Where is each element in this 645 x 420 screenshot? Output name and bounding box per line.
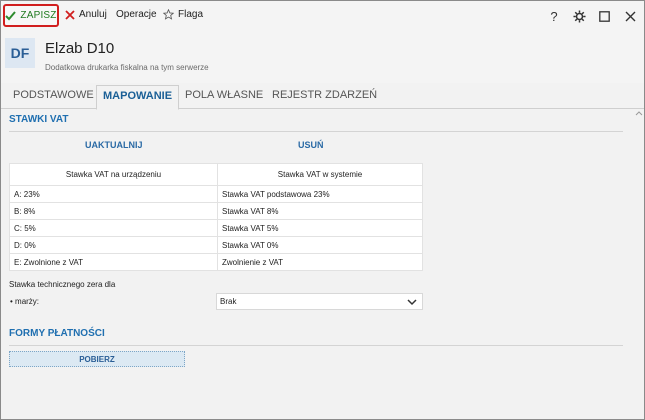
margin-rate-select[interactable]: Brak xyxy=(216,293,423,310)
payments-section-divider xyxy=(9,345,623,346)
close-window-icon[interactable] xyxy=(623,9,637,23)
column-header-device-rate: Stawka VAT na urządzeniu xyxy=(9,163,218,186)
payments-section-title: FORMY PŁATNOŚCI xyxy=(9,328,105,339)
fetch-button[interactable]: POBIERZ xyxy=(9,351,185,367)
star-icon xyxy=(163,9,174,20)
operations-menu[interactable]: Operacje xyxy=(116,9,157,20)
column-header-system-rate: Stawka VAT w systemie xyxy=(217,163,423,186)
device-rate-cell: A: 23% xyxy=(9,185,218,203)
cancel-label: Anuluj xyxy=(79,9,107,20)
system-rate-cell[interactable]: Zwolnienie z VAT xyxy=(217,253,423,271)
device-rate-cell: E: Zwolnione z VAT xyxy=(9,253,218,271)
tab-rejestr-zdarzen[interactable]: REJESTR ZDARZEŃ xyxy=(272,89,377,101)
page-subtitle: Dodatkowa drukarka fiskalna na tym serwe… xyxy=(45,63,209,72)
system-rate-cell[interactable]: Stawka VAT 5% xyxy=(217,219,423,237)
update-button[interactable]: UAKTUALNIJ xyxy=(85,140,143,150)
flag-label: Flaga xyxy=(178,9,204,20)
close-icon xyxy=(65,9,75,20)
maximize-icon[interactable] xyxy=(597,9,611,23)
toolbar: ZAPISZ Anuluj Operacje Flaga ? xyxy=(1,1,644,31)
table-row[interactable]: E: Zwolnione z VAT Zwolnienie z VAT xyxy=(9,253,423,271)
gear-icon[interactable] xyxy=(572,9,586,23)
table-row[interactable]: C: 5% Stawka VAT 5% xyxy=(9,219,423,237)
save-button[interactable]: ZAPISZ xyxy=(3,4,59,27)
chevron-down-icon xyxy=(407,298,417,305)
device-rate-cell: D: 0% xyxy=(9,236,218,254)
margin-label: • marży: xyxy=(10,297,40,306)
tab-bar: PODSTAWOWE MAPOWANIE POLA WŁASNE REJESTR… xyxy=(1,85,644,110)
system-rate-cell[interactable]: Stawka VAT podstawowa 23% xyxy=(217,185,423,203)
vat-section-divider xyxy=(9,131,623,132)
vat-section-title: STAWKI VAT xyxy=(9,114,69,125)
delete-button[interactable]: USUŃ xyxy=(298,140,324,150)
device-rate-cell: B: 8% xyxy=(9,202,218,220)
device-rate-cell: C: 5% xyxy=(9,219,218,237)
save-label: ZAPISZ xyxy=(20,10,57,21)
avatar: DF xyxy=(5,38,35,68)
tab-podstawowe[interactable]: PODSTAWOWE xyxy=(13,89,94,101)
flag-button[interactable]: Flaga xyxy=(163,9,203,20)
cancel-button[interactable]: Anuluj xyxy=(65,9,107,20)
tab-pola-wlasne[interactable]: POLA WŁASNE xyxy=(185,89,263,101)
page-title: Elzab D10 xyxy=(45,40,115,57)
system-rate-cell[interactable]: Stawka VAT 0% xyxy=(217,236,423,254)
table-row[interactable]: D: 0% Stawka VAT 0% xyxy=(9,236,423,254)
checkmark-icon xyxy=(5,11,17,21)
header: DF Elzab D10 Dodatkowa drukarka fiskalna… xyxy=(1,31,644,83)
operations-label: Operacje xyxy=(116,9,157,20)
table-header-row: Stawka VAT na urządzeniu Stawka VAT w sy… xyxy=(9,163,423,186)
scroll-up-icon[interactable] xyxy=(634,109,644,119)
system-rate-cell[interactable]: Stawka VAT 8% xyxy=(217,202,423,220)
window: ZAPISZ Anuluj Operacje Flaga ? DF Elzab … xyxy=(0,0,645,420)
margin-rate-value: Brak xyxy=(220,297,237,306)
technical-zero-label: Stawka technicznego zera dla xyxy=(9,280,116,289)
table-row[interactable]: A: 23% Stawka VAT podstawowa 23% xyxy=(9,185,423,203)
table-row[interactable]: B: 8% Stawka VAT 8% xyxy=(9,202,423,220)
help-icon[interactable]: ? xyxy=(547,9,561,24)
vat-mapping-table: Stawka VAT na urządzeniu Stawka VAT w sy… xyxy=(9,163,423,271)
tab-mapowanie[interactable]: MAPOWANIE xyxy=(96,85,180,110)
